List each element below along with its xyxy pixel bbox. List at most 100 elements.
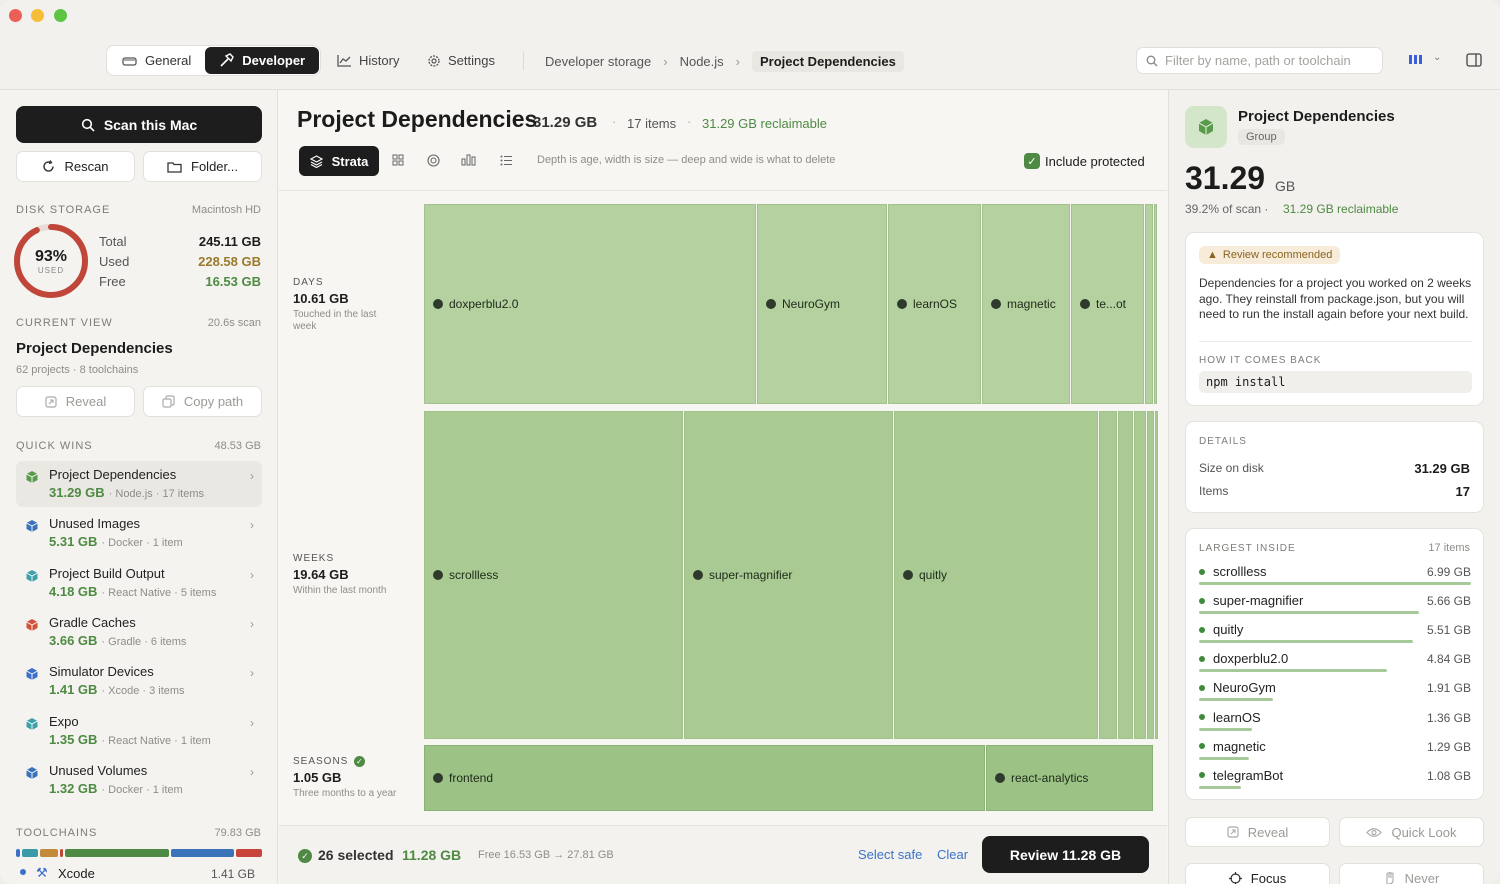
chevron-right-icon: › [250,567,254,582]
tile-weeks-small[interactable] [1099,411,1117,739]
view-strata-button[interactable]: Strata [299,146,379,176]
focus-button[interactable]: Focus [1185,863,1330,884]
chevron-down-icon[interactable]: ⌄ [1433,52,1441,63]
breadcrumb-developer-storage[interactable]: Developer storage [545,54,651,69]
scan-time: 20.6s scan [207,317,261,329]
review-badge: ▲ Review recommended [1199,246,1341,264]
band-days-size: 10.61 GB [293,291,349,306]
tile-weeks-small[interactable] [1134,411,1146,739]
current-view-sub: 62 projects · 8 toolchains [16,364,139,376]
tile-seasons[interactable]: react-analytics [986,745,1153,811]
toolchain-size: 1.41 GB [210,867,255,881]
scan-button[interactable]: Scan this Mac [16,106,262,143]
status-dot [1199,655,1205,662]
largest-item-bar [1199,611,1420,615]
chevron-right-icon: › [250,666,254,681]
inspector-reveal-button[interactable]: Reveal [1185,817,1330,847]
view-bars-button[interactable] [454,148,484,172]
quick-win-item[interactable]: Unused Images 5.31 GB · Docker · 1 item › [16,510,262,556]
nav-settings[interactable]: Settings [427,53,495,68]
quick-win-item[interactable]: Project Dependencies 31.29 GB · Node.js · … [16,461,262,507]
quick-win-source: · React Native · 1 item [101,734,211,747]
band-days-label: DAYS 10.61 GB Touched in the last week [293,277,383,333]
quick-win-source: · Xcode · 3 items [101,685,185,698]
quick-win-item[interactable]: Gradle Caches 3.66 GB · Gradle · 6 items › [16,609,262,655]
view-hint: Depth is age, width is size — deep and w… [537,154,836,166]
refresh-icon [43,160,55,172]
tile-weeks[interactable]: quitly [894,411,1098,739]
quick-win-item[interactable]: Project Build Output 4.18 GB · React Nativ… [16,560,262,606]
tile-days[interactable]: NeuroGym [757,204,887,404]
review-button[interactable]: Review 11.28 GB [982,836,1149,873]
grid-icon [392,154,404,166]
search-input[interactable] [1165,53,1375,68]
view-grid-button[interactable] [383,148,413,172]
quick-win-meta: 4.18 GB · React Native · 5 items [49,584,216,599]
crosshair-icon [1228,871,1242,884]
toolchain-name[interactable]: Xcode [58,866,95,881]
tile-days[interactable]: te...ot [1071,204,1144,404]
band-seasons-desc: Three months to a year [293,788,397,799]
reclaimable-text: 31.29 GB reclaimable [702,116,828,131]
tab-general[interactable]: General [108,47,205,74]
include-protected-checkbox[interactable]: ✓ [1024,153,1040,169]
quick-win-item[interactable]: Simulator Devices 1.41 GB · Xcode · 3 item… [16,658,262,704]
tile-weeks-small[interactable] [1155,411,1158,739]
divider [1199,341,1472,342]
tile-weeks-small[interactable] [1147,411,1154,739]
tile-days[interactable]: doxperblu2.0 [424,204,756,404]
comes-back-heading: HOW IT COMES BACK [1199,355,1322,366]
tile-days[interactable]: learnOS [888,204,981,404]
reveal-button[interactable]: Reveal [16,386,135,417]
never-button[interactable]: Never [1339,863,1484,884]
status-dot [1199,743,1205,750]
quick-win-item[interactable]: Expo 1.35 GB · React Native · 1 item › [16,708,262,754]
clear-link[interactable]: Clear [937,847,968,862]
largest-item-name-wrap: magnetic [1199,739,1266,754]
view-list-button[interactable] [491,148,521,172]
tile-days-small[interactable] [1154,204,1157,404]
review-card: ▲ Review recommended Dependencies for a … [1185,232,1484,406]
quick-win-size: 4.18 GB [49,583,98,599]
quick-win-source: · Node.js · 17 items [108,488,205,500]
quick-look-button[interactable]: Quick Look [1339,817,1484,847]
copy-path-button[interactable]: Copy path [143,386,262,417]
quick-win-size: 1.41 GB [49,682,98,698]
largest-item-size: 1.91 GB [1426,681,1471,696]
tile-days-small[interactable] [1145,204,1153,404]
inspector-title: Project Dependencies [1238,108,1395,125]
gear-icon [428,54,440,67]
tile-days[interactable]: magnetic [982,204,1070,404]
largest-heading: LARGEST INSIDE [1199,543,1296,554]
tile-weeks[interactable]: super-magnifier [684,411,893,739]
detail-size-value: 31.29 GB [1414,461,1470,476]
tile-weeks[interactable]: scrollless [424,411,683,739]
band-weeks-name: WEEKS [293,553,335,564]
breadcrumb-current[interactable]: Project Dependencies [752,51,904,72]
nav-settings-label: Settings [448,53,495,68]
sidebar-toggle-icon[interactable] [1466,53,1482,67]
close-window-button[interactable] [9,9,22,22]
tile-weeks-small[interactable] [1118,411,1133,739]
minimize-window-button[interactable] [31,9,44,22]
app-window: General Developer History Settings Devel… [0,0,1500,884]
breadcrumb-nodejs[interactable]: Node.js [680,54,724,69]
quick-win-title: Simulator Devices [49,664,154,680]
column-layout-icon[interactable] [1409,55,1422,64]
atom-icon [24,568,40,584]
nav-history[interactable]: History [337,53,399,68]
details-card: DETAILS Size on disk 31.29 GB Items 17 [1185,421,1484,513]
select-safe-link[interactable]: Select safe [858,847,922,862]
rescan-button[interactable]: Rescan [16,151,135,182]
view-sunburst-button[interactable] [418,148,448,172]
quick-win-item[interactable]: Unused Volumes 1.32 GB · Docker · 1 item › [16,757,262,803]
target-icon [426,153,440,167]
tile-label: doxperblu2.0 [449,297,519,311]
folder-button[interactable]: Folder... [143,151,262,182]
tab-developer[interactable]: Developer [205,47,320,74]
zoom-window-button[interactable] [54,9,67,22]
tile-seasons[interactable]: frontend [424,745,985,811]
largest-item-name-wrap: NeuroGym [1199,680,1276,695]
search-field[interactable] [1136,47,1383,74]
quick-win-size: 1.35 GB [49,731,98,747]
